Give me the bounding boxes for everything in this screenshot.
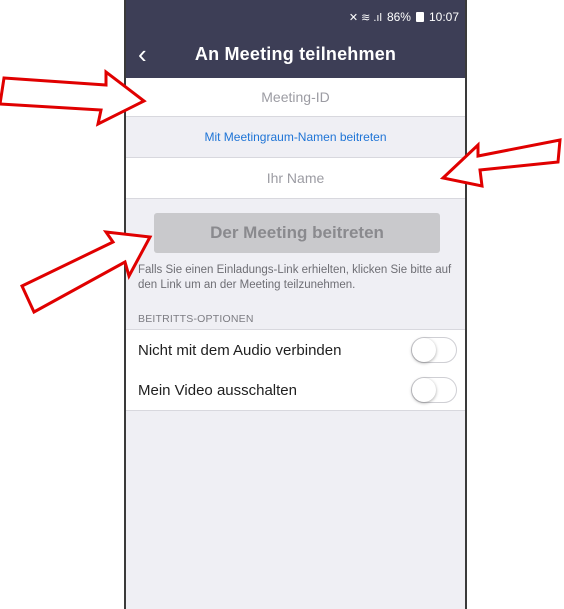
option-no-audio-label: Nicht mit dem Audio verbinden [138, 341, 342, 359]
invite-link-hint: Falls Sie einen Einladungs-Link erhielte… [138, 264, 452, 291]
option-video-off: Mein Video ausschalten [126, 370, 465, 411]
status-icons: ✕ ≋ .ıl 86% 10:07 [349, 10, 459, 24]
clock: 10:07 [428, 10, 459, 24]
toggle-knob [412, 338, 436, 362]
annotation-arrow-meeting-id [0, 68, 147, 127]
your-name-input[interactable]: Ihr Name [126, 157, 465, 199]
join-meeting-button[interactable]: Der Meeting beitreten [154, 213, 440, 253]
your-name-placeholder: Ihr Name [266, 170, 325, 186]
phone-screen: ✕ ≋ .ıl 86% 10:07 ‹ An Meeting teilnehme… [124, 0, 467, 609]
annotation-arrow-your-name [440, 138, 562, 188]
signal-icons: ✕ ≋ .ıl [348, 11, 382, 24]
annotation-arrow-join-button [20, 230, 153, 315]
no-audio-toggle[interactable] [411, 337, 457, 363]
option-video-off-label: Mein Video ausschalten [138, 381, 297, 399]
toggle-knob [412, 378, 436, 402]
option-no-audio: Nicht mit dem Audio verbinden [126, 329, 465, 371]
page-title: An Meeting teilnehmen [194, 44, 397, 64]
status-bar: ✕ ≋ .ıl 86% 10:07 [126, 0, 465, 34]
join-by-room-name-link[interactable]: Mit Meetingraum-Namen beitreten [126, 117, 465, 157]
battery-percent: 86% [386, 10, 411, 24]
meeting-id-input[interactable]: Meeting-ID [126, 78, 465, 117]
battery-icon [415, 12, 424, 22]
meeting-id-placeholder: Meeting-ID [261, 89, 330, 105]
join-by-room-name-label: Mit Meetingraum-Namen beitreten [204, 130, 387, 144]
nav-bar: ‹ An Meeting teilnehmen [126, 34, 465, 78]
video-off-toggle[interactable] [411, 377, 457, 403]
